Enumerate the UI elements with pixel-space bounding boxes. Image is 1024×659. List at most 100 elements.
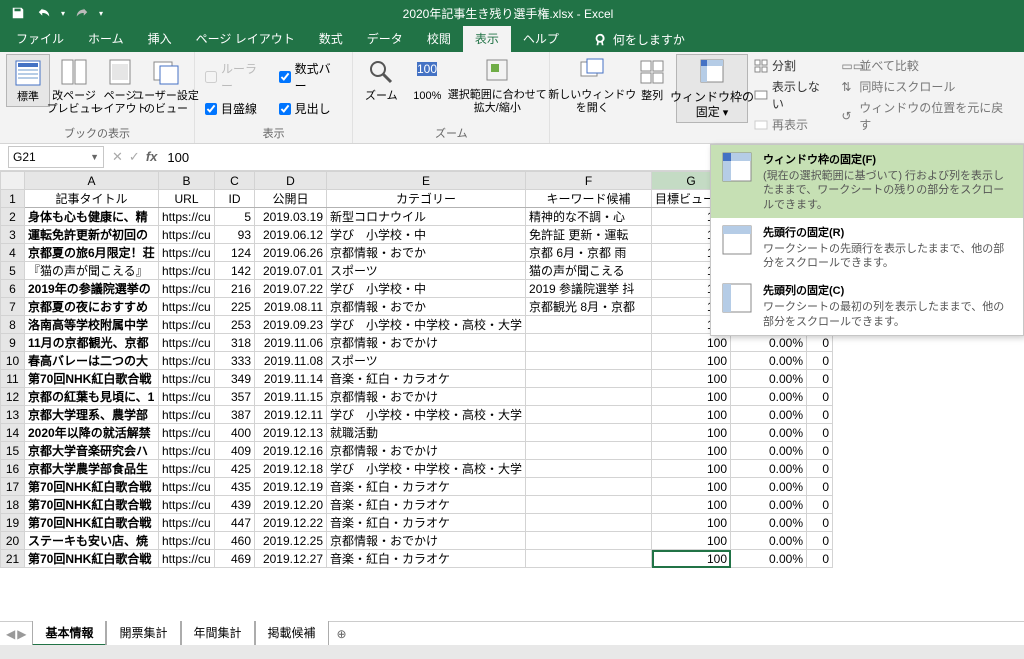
cell[interactable]: 0: [807, 352, 833, 370]
freeze-option-0[interactable]: ウィンドウ枠の固定(F)(現在の選択範囲に基づいて) 行および列を表示したままで…: [711, 145, 1023, 218]
cell[interactable]: 0.00%: [731, 478, 807, 496]
cell[interactable]: [526, 496, 652, 514]
zoom-selection-button[interactable]: 選択範囲に合わせて 拡大/縮小: [451, 54, 543, 117]
cell[interactable]: 11月の京都観光、京都: [25, 334, 159, 352]
cell[interactable]: 2019.07.22: [255, 280, 327, 298]
cell[interactable]: 2019.12.19: [255, 478, 327, 496]
cell[interactable]: 京都情報・おでか: [327, 298, 526, 316]
header-cell[interactable]: 公開日: [255, 190, 327, 208]
row-header[interactable]: 7: [1, 298, 25, 316]
cell[interactable]: https://cu: [159, 460, 215, 478]
cell[interactable]: https://cu: [159, 262, 215, 280]
cell[interactable]: 0.00%: [731, 532, 807, 550]
cell[interactable]: https://cu: [159, 244, 215, 262]
cell[interactable]: 0.00%: [731, 406, 807, 424]
cell[interactable]: [526, 388, 652, 406]
enter-formula-button[interactable]: ✓: [129, 149, 140, 165]
cell[interactable]: 0: [807, 514, 833, 532]
cell[interactable]: https://cu: [159, 532, 215, 550]
cell[interactable]: 学び 小学校・中: [327, 280, 526, 298]
cell[interactable]: 0: [807, 550, 833, 568]
ribbon-tab-8[interactable]: ヘルプ: [511, 26, 571, 52]
tell-me-search[interactable]: 何をしますか: [585, 27, 693, 52]
cell[interactable]: 第70回NHK紅白歌合戦: [25, 496, 159, 514]
formulabar-checkbox[interactable]: 数式バー: [275, 58, 347, 96]
undo-button[interactable]: [32, 1, 56, 25]
cell[interactable]: 2019.12.11: [255, 406, 327, 424]
view-normal-button[interactable]: 標準: [6, 54, 50, 107]
cell[interactable]: 357: [215, 388, 255, 406]
sheet-tab[interactable]: 開票集計: [106, 621, 180, 646]
row-header[interactable]: 21: [1, 550, 25, 568]
cell[interactable]: 0: [807, 370, 833, 388]
cell[interactable]: 音楽・紅白・カラオケ: [327, 550, 526, 568]
cell[interactable]: 0.00%: [731, 370, 807, 388]
cell[interactable]: 216: [215, 280, 255, 298]
redo-button[interactable]: [70, 1, 94, 25]
cell[interactable]: 100: [652, 406, 731, 424]
row-header[interactable]: 6: [1, 280, 25, 298]
cell[interactable]: 第70回NHK紅白歌合戦: [25, 478, 159, 496]
header-cell[interactable]: 記事タイトル: [25, 190, 159, 208]
cell[interactable]: 100: [652, 424, 731, 442]
row-header[interactable]: 1: [1, 190, 25, 208]
cell[interactable]: https://cu: [159, 208, 215, 226]
column-header[interactable]: D: [255, 172, 327, 190]
header-cell[interactable]: キーワード候補: [526, 190, 652, 208]
row-header[interactable]: 13: [1, 406, 25, 424]
cell[interactable]: 2020年以降の就活解禁: [25, 424, 159, 442]
cell[interactable]: 100: [652, 370, 731, 388]
cell[interactable]: 124: [215, 244, 255, 262]
cell[interactable]: 身体も心も健康に、精: [25, 208, 159, 226]
cell[interactable]: 2019.06.26: [255, 244, 327, 262]
column-header[interactable]: F: [526, 172, 652, 190]
cell[interactable]: 洛南高等学校附属中学: [25, 316, 159, 334]
cell[interactable]: 0: [807, 460, 833, 478]
new-window-button[interactable]: 新しいウィンドウ を開く: [556, 54, 628, 117]
row-header[interactable]: 9: [1, 334, 25, 352]
headings-checkbox[interactable]: 見出し: [275, 98, 347, 119]
cell[interactable]: 2019.12.27: [255, 550, 327, 568]
cell[interactable]: 2019.12.22: [255, 514, 327, 532]
cell[interactable]: 2019.12.25: [255, 532, 327, 550]
cell[interactable]: [526, 352, 652, 370]
arrange-button[interactable]: 整列: [630, 54, 674, 105]
cell[interactable]: 2019 参議院選挙 抖: [526, 280, 652, 298]
cell[interactable]: https://cu: [159, 514, 215, 532]
column-header[interactable]: B: [159, 172, 215, 190]
cell[interactable]: 京都 6月・京都 雨: [526, 244, 652, 262]
view-pagebreak-button[interactable]: 改ページ プレビュー: [52, 54, 96, 118]
cell[interactable]: 225: [215, 298, 255, 316]
cell[interactable]: 2019.12.13: [255, 424, 327, 442]
cell[interactable]: https://cu: [159, 550, 215, 568]
cell[interactable]: 100: [652, 550, 731, 568]
freeze-panes-button[interactable]: ウィンドウ枠の 固定 ▾: [676, 54, 748, 123]
cell[interactable]: 2019.12.20: [255, 496, 327, 514]
row-header[interactable]: 12: [1, 388, 25, 406]
cell[interactable]: 音楽・紅白・カラオケ: [327, 370, 526, 388]
sheet-tab[interactable]: 掲載候補: [255, 621, 329, 646]
cell[interactable]: 京都大学理系、農学部: [25, 406, 159, 424]
cell[interactable]: 京都情報・おでか: [327, 244, 526, 262]
cell[interactable]: 5: [215, 208, 255, 226]
split-button[interactable]: 分割: [750, 56, 835, 75]
cell[interactable]: https://cu: [159, 316, 215, 334]
cell[interactable]: 就職活動: [327, 424, 526, 442]
ribbon-tab-4[interactable]: 数式: [307, 26, 355, 52]
cell[interactable]: 0.00%: [731, 550, 807, 568]
freeze-option-1[interactable]: 先頭行の固定(R)ワークシートの先頭行を表示したままで、他の部分をスクロールでき…: [711, 218, 1023, 277]
name-box[interactable]: G21▼: [8, 146, 104, 168]
cell[interactable]: 新型コロナウイル: [327, 208, 526, 226]
cell[interactable]: [526, 442, 652, 460]
cell[interactable]: 学び 小学校・中: [327, 226, 526, 244]
cell[interactable]: 100: [652, 352, 731, 370]
cell[interactable]: https://cu: [159, 352, 215, 370]
cell[interactable]: [526, 460, 652, 478]
row-header[interactable]: 14: [1, 424, 25, 442]
sheet-tab[interactable]: 基本情報: [32, 621, 106, 646]
cell[interactable]: 春高バレーは二つの大: [25, 352, 159, 370]
gridlines-checkbox[interactable]: 目盛線: [201, 98, 273, 119]
cell[interactable]: 100: [652, 514, 731, 532]
freeze-option-2[interactable]: 先頭列の固定(C)ワークシートの最初の列を表示したままで、他の部分をスクロールで…: [711, 276, 1023, 335]
cell[interactable]: スポーツ: [327, 352, 526, 370]
